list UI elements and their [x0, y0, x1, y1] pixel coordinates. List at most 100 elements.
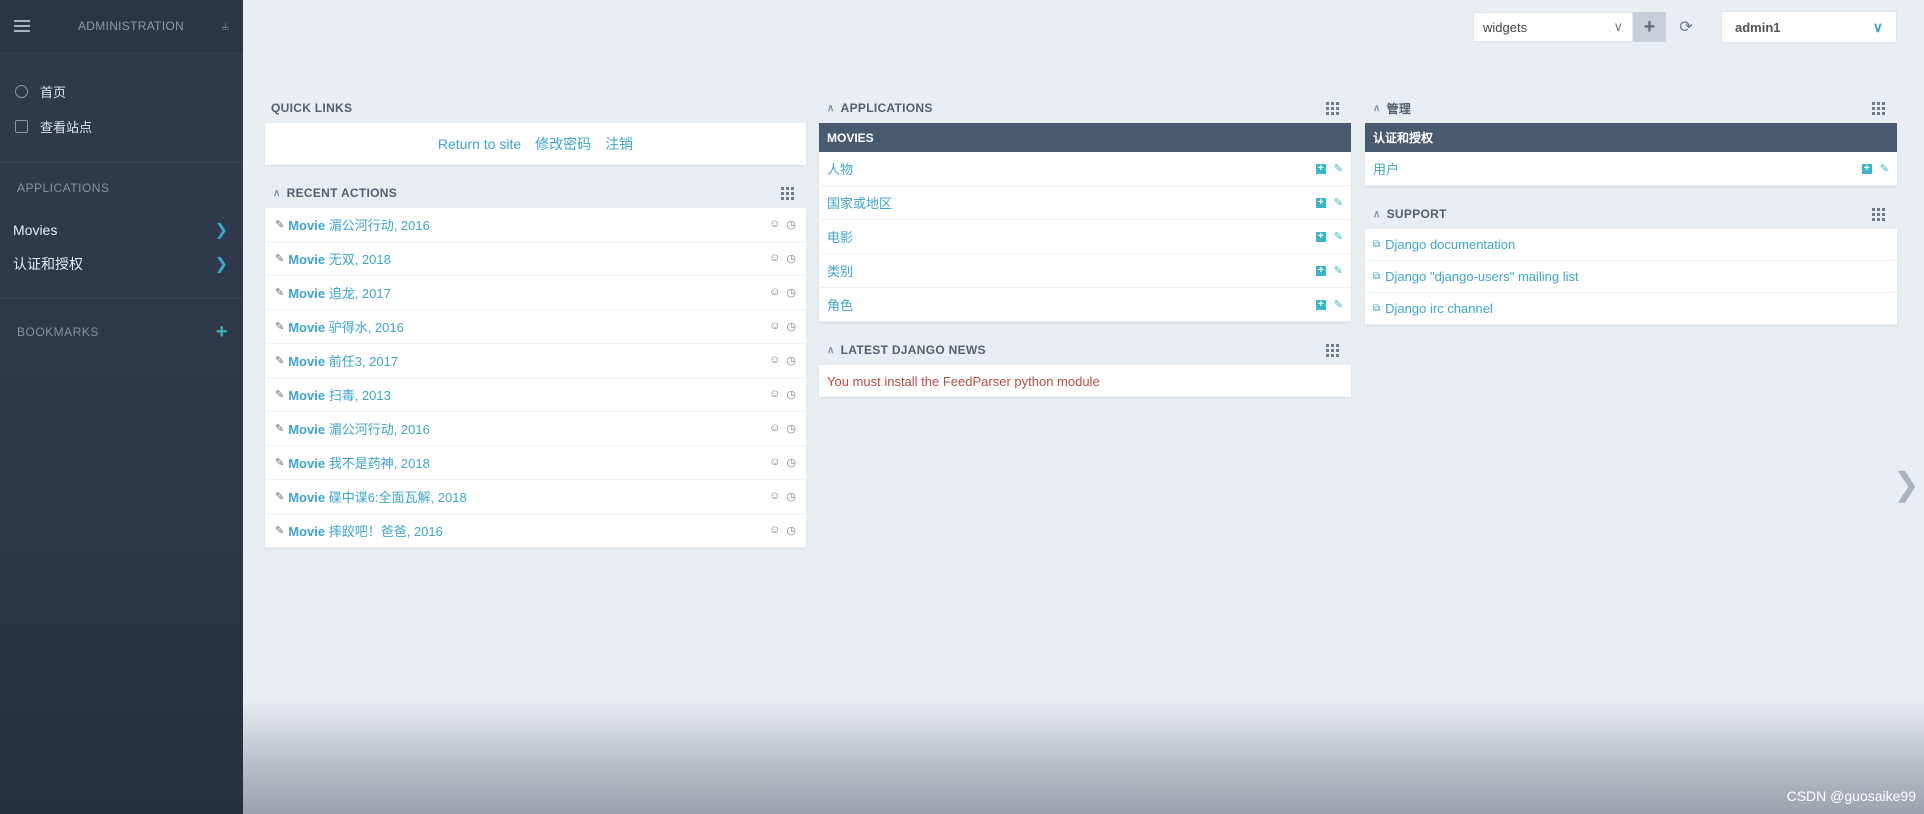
collapse-icon[interactable]: ∧ [827, 103, 835, 114]
collapse-icon[interactable]: ∧ [827, 345, 835, 356]
edit-icon[interactable]: ✎ [1334, 264, 1343, 277]
edit-icon[interactable]: ✎ [1334, 230, 1343, 243]
recent-action-prefix: Movie [288, 320, 326, 335]
user-icon[interactable]: ☺ [769, 354, 780, 367]
change-password-link[interactable]: 修改密码 [535, 134, 591, 154]
applications-panel: MOVIES 人物 + ✎ 国家或地区 + ✎ 电影 + ✎ 类别 + ✎ 角色 + ✎ [819, 123, 1351, 322]
edit-icon: ✎ [275, 321, 285, 333]
news-message: You must install the FeedParser python m… [819, 365, 1351, 397]
edit-icon[interactable]: ✎ [1334, 162, 1343, 175]
model-link[interactable]: 类别 [827, 261, 853, 280]
sidebar-item-home[interactable]: 首页 [0, 74, 243, 109]
row-actions: + ✎ [1315, 162, 1343, 175]
edit-icon: ✎ [275, 219, 285, 231]
recent-action-link[interactable]: Movie 驴得水, 2016 [288, 317, 404, 336]
edit-icon[interactable]: ✎ [1334, 298, 1343, 311]
logout-link[interactable]: 注销 [605, 134, 633, 154]
support-link[interactable]: Django documentation [1385, 237, 1515, 252]
clock-icon[interactable]: ◷ [786, 388, 796, 401]
model-row: 人物 + ✎ [819, 152, 1351, 186]
edit-icon: ✎ [275, 355, 285, 367]
widgets-select[interactable]: widgets ∨ [1473, 12, 1633, 42]
recent-action-link[interactable]: Movie 湄公河行动, 2016 [288, 215, 430, 234]
recent-action-link[interactable]: Movie 摔跤吧！爸爸, 2016 [288, 521, 443, 540]
user-menu[interactable]: admin1 ∨ [1721, 11, 1897, 43]
hamburger-menu-icon[interactable] [14, 19, 30, 32]
column-left: QUICK LINKS Return to site 修改密码 注销 ∧ REC… [265, 98, 806, 566]
user-icon[interactable]: ☺ [769, 490, 780, 503]
model-link[interactable]: 国家或地区 [827, 193, 892, 212]
grid-menu-icon[interactable] [1326, 343, 1339, 357]
grid-menu-icon[interactable] [781, 186, 794, 200]
add-icon[interactable]: + [1315, 265, 1326, 276]
clock-icon[interactable]: ◷ [786, 218, 796, 231]
chevron-right-icon: ❯ [214, 222, 228, 239]
recent-action-name: 扫毒, 2013 [328, 388, 391, 403]
model-row: 国家或地区 + ✎ [819, 186, 1351, 220]
user-icon[interactable]: ☺ [769, 524, 780, 537]
model-link[interactable]: 角色 [827, 295, 853, 314]
model-link[interactable]: 人物 [827, 159, 853, 178]
return-to-site-link[interactable]: Return to site [438, 136, 521, 152]
add-widget-button[interactable]: + [1633, 12, 1666, 42]
sidebar-item-auth[interactable]: 认证和授权 ❯ [0, 247, 243, 281]
support-link[interactable]: Django irc channel [1385, 301, 1493, 316]
clock-icon[interactable]: ◷ [786, 422, 796, 435]
recent-action-link[interactable]: Movie 追龙, 2017 [288, 283, 391, 302]
support-title-text: SUPPORT [1386, 207, 1447, 221]
clock-icon[interactable]: ◷ [786, 524, 796, 537]
clock-icon[interactable]: ◷ [786, 354, 796, 367]
recent-action-link[interactable]: Movie 前任3, 2017 [288, 351, 398, 370]
add-icon[interactable]: + [1861, 163, 1872, 174]
recent-action-row: ✎ Movie 湄公河行动, 2016 ☺ ◷ [265, 412, 806, 446]
collapse-icon[interactable]: ∧ [1373, 103, 1381, 114]
add-icon[interactable]: + [1315, 197, 1326, 208]
row-actions: ☺ ◷ [769, 286, 796, 299]
grid-menu-icon[interactable] [1872, 207, 1885, 221]
edit-icon[interactable]: ✎ [1880, 162, 1889, 175]
recent-action-link[interactable]: Movie 我不是药神, 2018 [288, 453, 430, 472]
user-icon[interactable]: ☺ [769, 320, 780, 333]
add-bookmark-icon[interactable]: + [216, 321, 228, 344]
add-icon[interactable]: + [1315, 231, 1326, 242]
user-icon[interactable]: ☺ [769, 422, 780, 435]
recent-action-prefix: Movie [288, 286, 326, 301]
user-icon[interactable]: ☺ [769, 286, 780, 299]
chevron-right-icon[interactable]: ❯ [1893, 465, 1920, 503]
support-link[interactable]: Django "django-users" mailing list [1385, 269, 1579, 284]
user-icon[interactable]: ☺ [769, 388, 780, 401]
recent-action-link[interactable]: Movie 扫毒, 2013 [288, 385, 391, 404]
add-icon[interactable]: + [1315, 299, 1326, 310]
widgets-select-value: widgets [1483, 19, 1528, 35]
sidebar-item-view-site[interactable]: 查看站点 [0, 109, 243, 144]
edit-icon[interactable]: ✎ [1334, 196, 1343, 209]
model-link[interactable]: 用户 [1373, 159, 1399, 178]
grid-menu-icon[interactable] [1872, 101, 1885, 115]
user-icon[interactable]: ☺ [769, 252, 780, 265]
pin-icon[interactable]: ⫨ [221, 17, 229, 34]
model-link[interactable]: 电影 [827, 227, 853, 246]
clock-icon[interactable]: ◷ [786, 320, 796, 333]
support-link-row: ⧉ Django irc channel [1365, 293, 1897, 325]
recent-action-link[interactable]: Movie 无双, 2018 [288, 249, 391, 268]
clock-icon[interactable]: ◷ [786, 456, 796, 469]
user-icon[interactable]: ☺ [769, 218, 780, 231]
user-name: admin1 [1735, 19, 1781, 35]
refresh-icon[interactable]: ⟳ [1672, 12, 1700, 42]
sidebar-item-movies[interactable]: Movies ❯ [0, 213, 243, 247]
clock-icon[interactable]: ◷ [786, 490, 796, 503]
grid-menu-icon[interactable] [1326, 101, 1339, 115]
add-icon[interactable]: + [1315, 163, 1326, 174]
user-icon[interactable]: ☺ [769, 456, 780, 469]
clock-icon[interactable]: ◷ [786, 252, 796, 265]
collapse-icon[interactable]: ∧ [1373, 209, 1381, 220]
collapse-icon[interactable]: ∧ [273, 188, 281, 199]
recent-action-prefix: Movie [288, 456, 326, 471]
recent-action-link[interactable]: Movie 湄公河行动, 2016 [288, 419, 430, 438]
clock-icon[interactable]: ◷ [786, 286, 796, 299]
admin-title-text: 管理 [1386, 101, 1412, 116]
app-group-header: 认证和授权 [1365, 123, 1897, 152]
row-actions: ☺ ◷ [769, 354, 796, 367]
recent-action-link[interactable]: Movie 碟中谍6:全面瓦解, 2018 [288, 487, 466, 506]
recent-action-prefix: Movie [288, 252, 326, 267]
